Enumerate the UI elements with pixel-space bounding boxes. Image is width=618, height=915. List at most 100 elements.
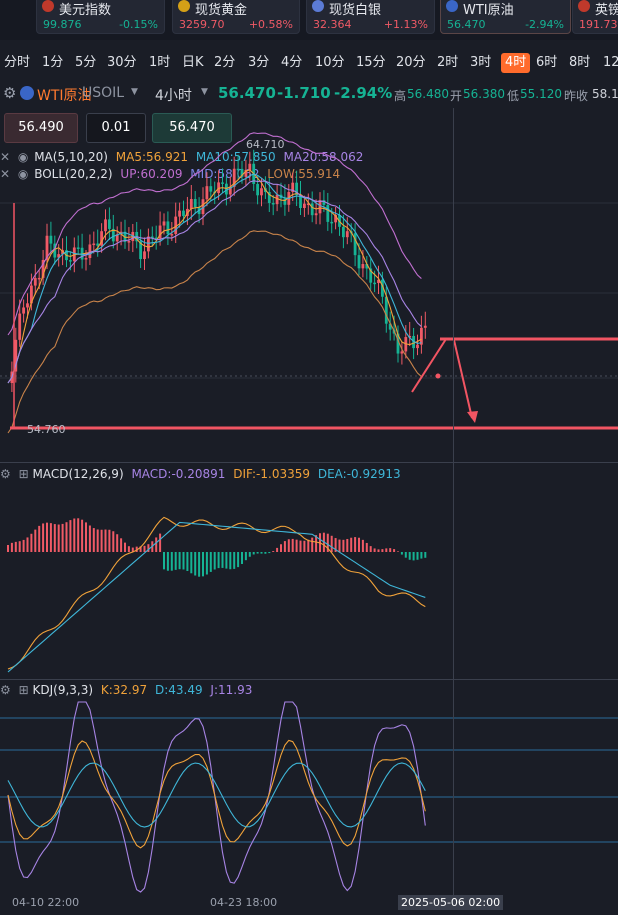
macd-bar [112,531,115,552]
macd-chart[interactable] [0,484,618,676]
candle-body [37,277,41,280]
expand-icon[interactable]: ⊞ [19,683,29,697]
candle-body [318,200,322,214]
macd-bar [354,537,357,552]
settings-gear-icon[interactable]: ⚙ [3,84,16,102]
ticker-card[interactable]: 英镑 191.73 [572,0,618,34]
settings-icon[interactable]: ⚙ [0,467,11,481]
macd-bar [241,552,243,564]
macd-bar [248,552,251,557]
period-dropdown-icon[interactable]: ▼ [201,87,208,97]
j-value: J:11.93 [210,683,253,697]
macd-bar [42,523,45,552]
timeframe-tab[interactable]: 3分 [248,53,269,73]
symbol-dropdown-icon[interactable]: ▼ [131,87,138,97]
timeframe-tab[interactable]: 4分 [281,53,302,73]
candle-body [373,282,376,285]
macd-bar [10,542,13,552]
timeframe-tab[interactable]: 8时 [569,53,590,73]
macd-bar [96,529,99,552]
kdj-chart[interactable] [0,700,618,894]
oil-icon [446,0,458,12]
dea-value: DEA:-0.92913 [317,467,401,481]
candle-body [384,296,388,324]
timeframe-tab[interactable]: 2时 [437,53,458,73]
timeframe-tab[interactable]: 12 [603,53,618,73]
forecast-arrow-head-icon [467,411,478,423]
candle-body [330,221,334,224]
macd-bar [295,539,298,552]
candle-body [170,234,174,236]
ma20-line [7,180,422,384]
timeframe-tab[interactable]: 分时 [4,53,30,73]
ticker-card[interactable]: 现货黄金 3259.70 +0.58% [172,0,300,34]
candle-body [18,313,22,340]
candle-body [69,260,72,262]
symbol-bar: ⚙ WTI原油 USOIL ▼ 4小时 ▼ 56.470 -1.710 -2.9… [0,82,618,106]
macd-bar [81,519,84,552]
candle-body [256,183,259,196]
macd-bar [287,539,290,552]
macd-bar [166,552,169,571]
timeframe-tab[interactable]: 30分 [107,53,137,73]
low-label: 低 [507,89,520,103]
timeframe-tab[interactable]: 20分 [396,53,426,73]
ticker-price: 99.876 [43,18,82,31]
d-line [7,762,426,828]
timeframe-tab[interactable]: 6时 [536,53,557,73]
ticker-card[interactable]: 美元指数 99.876 -0.15% [36,0,165,34]
timeframe-tab[interactable]: 15分 [356,53,386,73]
timeframe-tab[interactable]: 2分 [214,53,235,73]
timeframe-tab[interactable]: 3时 [470,53,491,73]
candle-body [189,198,193,209]
macd-bar [163,552,165,570]
period-select[interactable]: 4小时 [155,85,192,105]
gold-icon [178,0,190,12]
macd-bar [404,552,407,558]
macd-bar [303,540,306,552]
time-label-2: 04-23 18:00 [210,896,278,909]
timeframe-tab[interactable]: 1时 [149,53,170,73]
crosshair-time-label: 2025-05-06 02:00 [398,895,504,910]
ticker-card[interactable]: 现货白银 32.364 +1.13% [306,0,435,34]
settings-icon[interactable]: ⚙ [0,683,11,697]
macd-bar [18,541,21,552]
candle-body [22,307,25,314]
timeframe-tab[interactable]: 1分 [42,53,63,73]
macd-bar [358,537,360,552]
symbol-code[interactable]: USOIL [82,85,124,101]
ticker-card[interactable]: WTI原油 56.470 -2.94% [440,0,571,34]
macd-bar [155,537,158,552]
macd-bar [420,552,423,559]
symbol-logo-icon [20,86,34,100]
macd-bar [311,537,314,552]
timeframe-tab[interactable]: 10分 [315,53,345,73]
macd-bar [264,552,267,554]
price-change-pct: -2.94% [334,84,393,102]
candle-body [92,243,96,246]
macd-bar [365,542,368,552]
macd-bar [361,539,364,552]
macd-bar [256,552,259,554]
candle-body [84,258,88,260]
macd-bar [34,529,37,552]
candle-body [303,203,306,208]
pane-divider [0,679,618,680]
forecast-arrow-line [453,339,473,419]
price-chart[interactable] [0,108,618,460]
ticker-price: 56.470 [447,18,486,31]
candle-body [209,186,213,192]
ticker-price: 32.364 [313,18,352,31]
macd-bar [69,520,72,552]
timeframe-tab[interactable]: 5分 [75,53,96,73]
candle-body [162,221,166,226]
macd-bar [283,541,286,552]
timeframe-tab[interactable]: 日K [182,53,204,73]
macd-bar [424,552,427,558]
candle-body [248,163,252,170]
macd-bar [65,522,68,552]
low-marker-label: 54.760 [27,423,66,436]
macd-bar [237,552,240,568]
timeframe-tab[interactable]: 4时 [501,53,531,73]
expand-icon[interactable]: ⊞ [19,467,29,481]
